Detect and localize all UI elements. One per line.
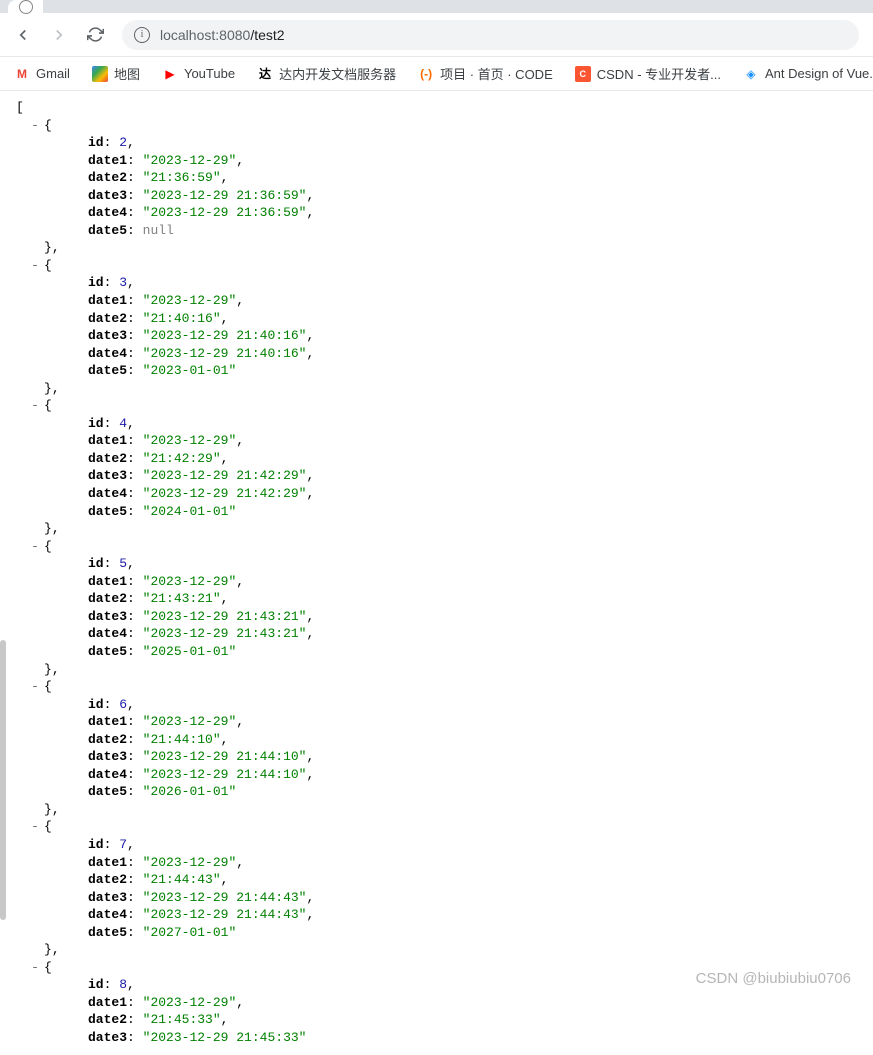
url-bar[interactable]: i localhost:8080/test2	[122, 20, 859, 50]
json-property: date3: "2023-12-29 21:44:43",	[16, 889, 857, 907]
youtube-icon: ▶	[162, 66, 178, 82]
json-property: date3: "2023-12-29 21:44:10",	[16, 748, 857, 766]
json-property: date5: "2023-01-01"	[16, 362, 857, 380]
json-property: date3: "2023-12-29 21:40:16",	[16, 327, 857, 345]
bookmark-csdn[interactable]: C CSDN - 专业开发者...	[575, 64, 721, 83]
json-property: id: 6,	[16, 696, 857, 714]
ant-icon: ◈	[743, 66, 759, 82]
json-property: date2: "21:43:21",	[16, 590, 857, 608]
bookmark-danei[interactable]: 达达内开发文档服务器	[257, 64, 396, 83]
scrollbar-track[interactable]	[0, 640, 6, 920]
code-icon: (-)	[418, 66, 434, 82]
collapse-toggle[interactable]: -	[30, 397, 40, 415]
forward-button[interactable]	[50, 26, 68, 44]
json-property: date1: "2023-12-29",	[16, 292, 857, 310]
json-property: date2: "21:44:43",	[16, 871, 857, 889]
json-property: id: 4,	[16, 415, 857, 433]
json-property: date1: "2023-12-29",	[16, 152, 857, 170]
json-property: date1: "2023-12-29",	[16, 854, 857, 872]
json-property: date1: "2023-12-29",	[16, 994, 857, 1012]
toolbar: i localhost:8080/test2	[0, 13, 873, 57]
json-content: [-{id: 2,date1: "2023-12-29",date2: "21:…	[0, 91, 873, 1055]
json-property: date2: "21:36:59",	[16, 169, 857, 187]
gmail-icon: M	[14, 66, 30, 82]
csdn-icon: C	[575, 66, 591, 82]
json-property: date3: "2023-12-29 21:45:33"	[16, 1029, 857, 1047]
json-property: date5: "2024-01-01"	[16, 503, 857, 521]
collapse-toggle[interactable]: -	[30, 117, 40, 135]
active-tab[interactable]	[8, 0, 43, 13]
json-property: date2: "21:42:29",	[16, 450, 857, 468]
back-button[interactable]	[14, 26, 32, 44]
bookmarks-bar: M Gmail 地图 ▶ YouTube 达达内开发文档服务器 (-) 项目 · 首页…	[0, 57, 873, 91]
bookmark-antd[interactable]: ◈ Ant Design of Vue...	[743, 66, 873, 82]
bookmark-label: CSDN - 专业开发者...	[597, 64, 721, 83]
url-text: localhost:8080/test2	[160, 27, 285, 43]
collapse-toggle[interactable]: -	[30, 538, 40, 556]
json-property: date3: "2023-12-29 21:36:59",	[16, 187, 857, 205]
reload-button[interactable]	[86, 26, 104, 44]
collapse-toggle[interactable]: -	[30, 257, 40, 275]
json-property: date2: "21:45:33",	[16, 1011, 857, 1029]
collapse-toggle[interactable]: -	[30, 818, 40, 836]
bookmark-label: Gmail	[36, 66, 70, 81]
json-property: date5: null	[16, 222, 857, 240]
json-property: date5: "2025-01-01"	[16, 643, 857, 661]
json-property: date5: "2027-01-01"	[16, 924, 857, 942]
json-property: date1: "2023-12-29",	[16, 432, 857, 450]
bookmark-label: 地图	[114, 64, 140, 83]
json-property: date1: "2023-12-29",	[16, 573, 857, 591]
bookmark-code[interactable]: (-) 项目 · 首页 · CODE	[418, 64, 553, 83]
site-info-icon[interactable]: i	[134, 27, 150, 43]
bookmark-maps[interactable]: 地图	[92, 64, 140, 83]
bookmark-gmail[interactable]: M Gmail	[14, 66, 70, 82]
tab-bar	[0, 0, 873, 13]
json-property: id: 2,	[16, 134, 857, 152]
json-property: date2: "21:44:10",	[16, 731, 857, 749]
json-property: date4: "2023-12-29 21:44:43",	[16, 906, 857, 924]
bookmark-label: Ant Design of Vue...	[765, 66, 873, 81]
watermark-text: CSDN @biubiubiu0706	[696, 970, 851, 987]
bookmark-label: YouTube	[184, 66, 235, 81]
collapse-toggle[interactable]: -	[30, 678, 40, 696]
json-property: id: 5,	[16, 555, 857, 573]
bookmark-label: 达内开发文档服务器	[279, 64, 396, 83]
maps-icon	[92, 66, 108, 82]
json-property: id: 7,	[16, 836, 857, 854]
json-property: date4: "2023-12-29 21:36:59",	[16, 204, 857, 222]
json-property: date4: "2023-12-29 21:40:16",	[16, 345, 857, 363]
collapse-toggle[interactable]: -	[30, 959, 40, 977]
json-property: date1: "2023-12-29",	[16, 713, 857, 731]
da-icon: 达	[257, 66, 273, 82]
json-property: id: 3,	[16, 274, 857, 292]
json-property: date4: "2023-12-29 21:43:21",	[16, 625, 857, 643]
json-property: date3: "2023-12-29 21:42:29",	[16, 467, 857, 485]
json-property: date5: "2026-01-01"	[16, 783, 857, 801]
json-property: date2: "21:40:16",	[16, 310, 857, 328]
bookmark-youtube[interactable]: ▶ YouTube	[162, 66, 235, 82]
browser-chrome: i localhost:8080/test2 M Gmail 地图 ▶ YouTub…	[0, 0, 873, 91]
bookmark-label: 项目 · 首页 · CODE	[440, 64, 553, 83]
json-property: date4: "2023-12-29 21:44:10",	[16, 766, 857, 784]
json-property: date3: "2023-12-29 21:43:21",	[16, 608, 857, 626]
globe-icon	[19, 0, 33, 14]
json-property: date4: "2023-12-29 21:42:29",	[16, 485, 857, 503]
